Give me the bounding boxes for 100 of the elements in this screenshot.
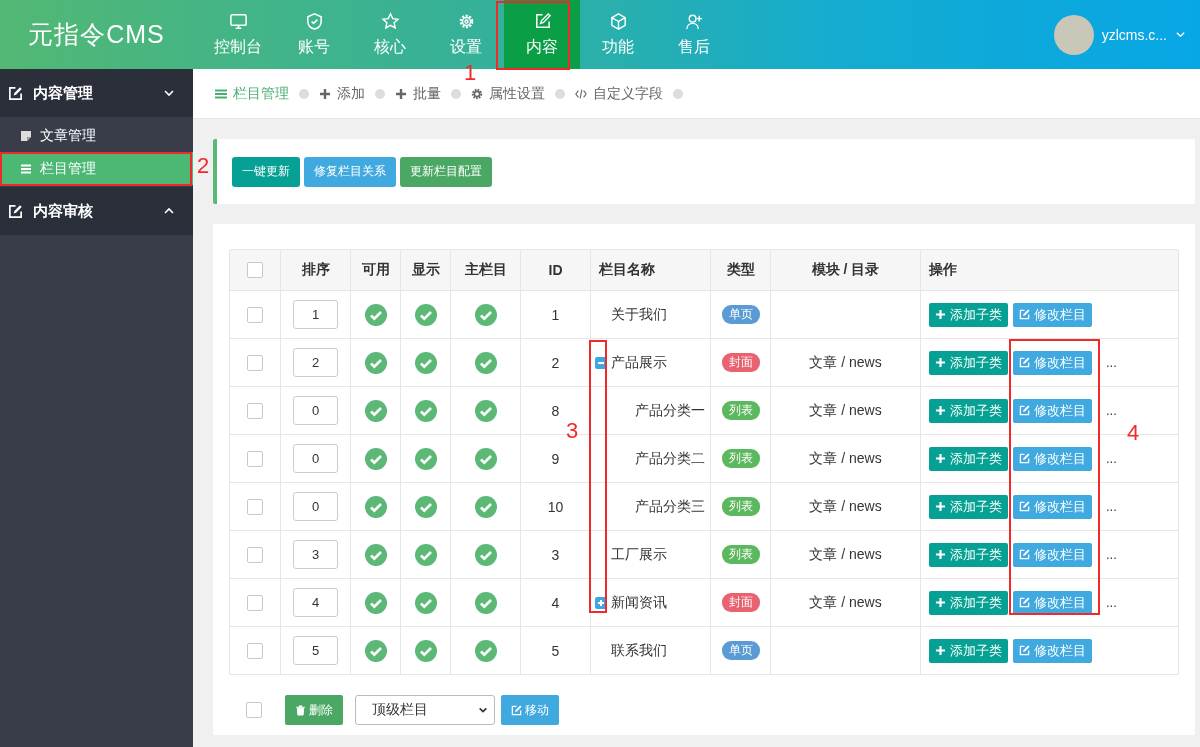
nav-item[interactable]: 核心 [352, 0, 428, 69]
avatar-photo-placeholder[interactable] [1053, 14, 1094, 55]
add-subcategory-button[interactable]: 添加子类 [929, 542, 1008, 567]
tab[interactable]: 属性设置 [471, 84, 545, 103]
trash-icon [295, 704, 306, 716]
tab[interactable]: 批量 [395, 84, 441, 103]
sort-input-field[interactable]: 2 [293, 348, 338, 377]
check-circle-icon[interactable] [414, 447, 437, 470]
edit-category-button[interactable]: 修改栏目 [1013, 398, 1092, 423]
add-subcategory-button[interactable]: 添加子类 [929, 494, 1008, 519]
checkbox[interactable] [247, 498, 263, 515]
star-icon [380, 11, 400, 31]
add-subcategory-button[interactable]: 添加子类 [929, 302, 1008, 327]
tab[interactable]: 添加 [319, 84, 365, 103]
chevron-down-icon [163, 87, 175, 99]
nav-item[interactable]: 内容 [504, 0, 580, 69]
table-cell: 新闻资讯 [611, 593, 667, 612]
check-circle-icon[interactable] [414, 543, 437, 566]
sort-input-field[interactable]: 0 [293, 396, 338, 425]
check-circle-icon[interactable] [474, 591, 497, 614]
check-circle-icon[interactable] [474, 495, 497, 518]
check-circle-icon[interactable] [414, 303, 437, 326]
sort-input-field[interactable]: 5 [293, 636, 338, 665]
check-circle-icon[interactable] [364, 351, 387, 374]
plus-icon [935, 645, 946, 656]
toolbar-button[interactable]: 更新栏目配置 [400, 156, 492, 187]
table-cell: 8 [551, 402, 560, 419]
edit-icon [8, 203, 23, 219]
tab[interactable]: 自定义字段 [575, 84, 663, 103]
check-circle-icon[interactable] [474, 351, 497, 374]
checkbox[interactable] [247, 594, 263, 611]
edit-category-button[interactable]: 修改栏目 [1013, 302, 1092, 327]
check-circle-icon[interactable] [364, 399, 387, 422]
type-badge: 列表 [721, 497, 760, 516]
sort-input-field[interactable]: 3 [293, 540, 338, 569]
check-circle-icon[interactable] [474, 447, 497, 470]
check-circle-icon[interactable] [474, 543, 497, 566]
add-subcategory-button[interactable]: 添加子类 [929, 446, 1008, 471]
check-circle-icon[interactable] [474, 303, 497, 326]
checkbox[interactable] [247, 262, 263, 278]
edit-category-button[interactable]: 修改栏目 [1013, 350, 1092, 375]
edit-icon [1019, 453, 1030, 464]
check-circle-icon[interactable] [364, 495, 387, 518]
check-circle-icon[interactable] [414, 495, 437, 518]
more-text: ... [1106, 547, 1117, 562]
edit-icon [1019, 405, 1030, 416]
checkbox[interactable] [247, 402, 263, 419]
sort-input-field[interactable]: 0 [293, 492, 338, 521]
add-subcategory-button[interactable]: 添加子类 [929, 398, 1008, 423]
edit-category-button[interactable]: 修改栏目 [1013, 494, 1092, 519]
sort-input-field[interactable]: 4 [293, 588, 338, 617]
check-circle-icon[interactable] [414, 399, 437, 422]
more-text: ... [1106, 499, 1117, 514]
toolbar-button[interactable]: 一键更新 [232, 156, 300, 187]
checkbox[interactable] [247, 354, 263, 371]
check-circle-icon[interactable] [364, 303, 387, 326]
check-circle-icon[interactable] [414, 591, 437, 614]
checkbox[interactable] [247, 546, 263, 563]
nav-item[interactable]: 控制台 [200, 0, 276, 69]
edit-category-button[interactable]: 修改栏目 [1013, 590, 1092, 615]
chevron-down-icon[interactable] [1175, 29, 1186, 40]
edit-category-button[interactable]: 修改栏目 [1013, 542, 1092, 567]
nav-item[interactable]: 功能 [580, 0, 656, 69]
check-circle-icon[interactable] [414, 351, 437, 374]
check-circle-icon[interactable] [364, 543, 387, 566]
sort-input-field[interactable]: 1 [293, 300, 338, 329]
add-subcategory-button[interactable]: 添加子类 [929, 638, 1008, 663]
nav-item[interactable]: 账号 [276, 0, 352, 69]
check-circle-icon[interactable] [364, 639, 387, 662]
sidebar-group[interactable]: 内容审核 [0, 187, 193, 235]
table-cell: 5 [551, 642, 560, 659]
user-name[interactable]: yzlcms.c... [1101, 26, 1167, 43]
edit-category-button[interactable]: 修改栏目 [1013, 638, 1092, 663]
tab[interactable]: 栏目管理 [215, 84, 289, 103]
table-cell: 文章 / news [809, 545, 882, 564]
edit-category-button[interactable]: 修改栏目 [1013, 446, 1092, 471]
checkbox[interactable] [247, 450, 263, 467]
sidebar-group[interactable]: 内容管理 [0, 69, 193, 117]
check-circle-icon[interactable] [364, 447, 387, 470]
table-cell: 产品展示 [611, 353, 667, 372]
checkbox[interactable] [247, 306, 263, 323]
delete-button[interactable]: 删除 [285, 695, 343, 725]
table-cell: 9 [551, 450, 560, 467]
table-cell: 10 [547, 498, 564, 515]
checkbox[interactable] [246, 702, 262, 718]
add-subcategory-button[interactable]: 添加子类 [929, 590, 1008, 615]
check-circle-icon[interactable] [414, 639, 437, 662]
add-subcategory-button[interactable]: 添加子类 [929, 350, 1008, 375]
check-circle-icon[interactable] [474, 639, 497, 662]
logo: 元指令CMS [27, 19, 166, 50]
plus-icon [935, 453, 946, 464]
sidebar-item[interactable]: 文章管理 [0, 119, 193, 152]
toolbar-button[interactable]: 修复栏目关系 [304, 156, 396, 187]
target-select[interactable]: 顶级栏目 [355, 695, 495, 725]
checkbox[interactable] [247, 642, 263, 659]
move-button[interactable]: 移动 [501, 695, 559, 725]
check-circle-icon[interactable] [364, 591, 387, 614]
sort-input-field[interactable]: 0 [293, 444, 338, 473]
check-circle-icon[interactable] [474, 399, 497, 422]
nav-item[interactable]: 售后 [656, 0, 732, 69]
